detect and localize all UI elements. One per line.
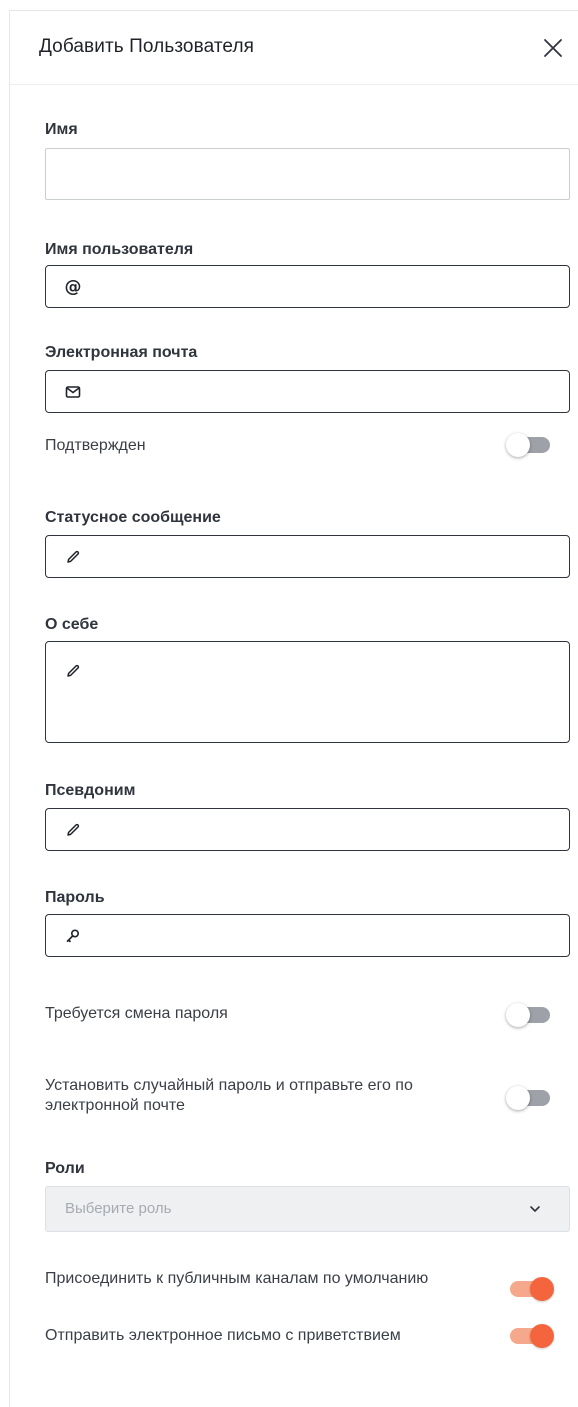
join-default-channels-label: Присоединить к публичным каналам по умол… xyxy=(45,1270,429,1287)
verified-toggle[interactable] xyxy=(506,433,554,457)
email-input[interactable] xyxy=(46,371,569,412)
username-label: Имя пользователя xyxy=(45,241,194,258)
name-input[interactable] xyxy=(46,149,569,199)
send-welcome-email-toggle[interactable] xyxy=(506,1324,554,1348)
send-welcome-email-label: Отправить электронное письмо с приветств… xyxy=(45,1327,401,1344)
join-default-channels-toggle[interactable] xyxy=(506,1277,554,1301)
pencil-icon xyxy=(64,821,82,839)
bio-field-wrap xyxy=(45,641,570,743)
username-input[interactable] xyxy=(46,266,569,307)
email-label: Электронная почта xyxy=(45,344,198,361)
username-field-wrap: @ xyxy=(45,265,570,308)
bio-label: О себе xyxy=(45,616,99,633)
status-label: Статусное сообщение xyxy=(45,509,221,526)
status-field-wrap xyxy=(45,535,570,578)
envelope-icon xyxy=(64,383,82,401)
page-title: Добавить Пользователя xyxy=(39,36,255,57)
nickname-input[interactable] xyxy=(46,809,569,850)
roles-select[interactable]: Выберите роль xyxy=(45,1186,570,1232)
verified-label: Подтвержден xyxy=(45,437,146,454)
require-password-change-label: Требуется смена пароля xyxy=(45,1005,228,1022)
roles-label: Роли xyxy=(45,1160,85,1177)
status-input[interactable] xyxy=(46,536,569,577)
password-label: Пароль xyxy=(45,889,105,906)
password-input[interactable] xyxy=(46,915,569,956)
toggle-knob xyxy=(530,1324,554,1348)
password-field-wrap xyxy=(45,914,570,957)
toggle-knob xyxy=(506,433,530,457)
toggle-knob xyxy=(506,1003,530,1027)
chevron-down-icon xyxy=(530,1206,540,1212)
close-icon xyxy=(544,39,562,57)
pencil-icon xyxy=(64,662,82,680)
roles-placeholder: Выберите роль xyxy=(65,1200,172,1217)
bio-textarea[interactable] xyxy=(46,642,569,742)
close-button[interactable] xyxy=(542,37,564,59)
name-label: Имя xyxy=(45,121,78,138)
require-password-change-toggle[interactable] xyxy=(506,1003,554,1027)
panel-header: Добавить Пользователя xyxy=(10,11,578,85)
toggle-knob xyxy=(506,1086,530,1110)
key-icon xyxy=(64,927,82,945)
random-password-label: Установить случайный пароль и отправьте … xyxy=(45,1077,413,1114)
email-field-wrap xyxy=(45,370,570,413)
pencil-icon xyxy=(64,548,82,566)
toggle-knob xyxy=(530,1277,554,1301)
random-password-toggle[interactable] xyxy=(506,1086,554,1110)
nickname-field-wrap xyxy=(45,808,570,851)
add-user-panel: Добавить Пользователя Имя Имя пользовате… xyxy=(9,10,578,1407)
at-icon: @ xyxy=(64,276,82,297)
name-field-wrap xyxy=(45,148,570,200)
nickname-label: Псевдоним xyxy=(45,782,136,799)
